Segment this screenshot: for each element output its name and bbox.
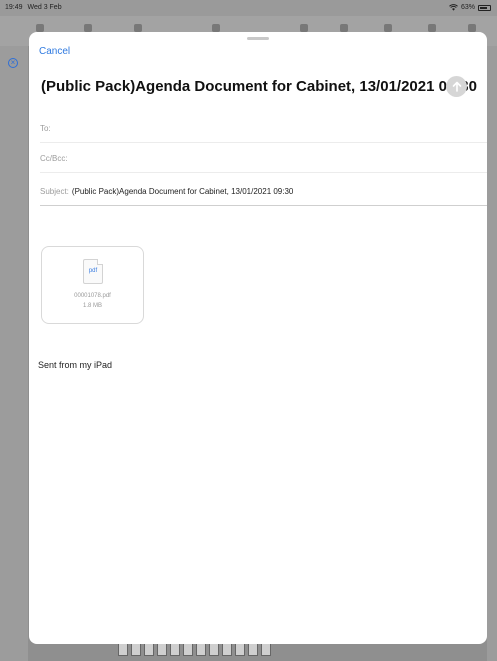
background-tool-icon: [36, 24, 44, 32]
background-tool-icon: [134, 24, 142, 32]
background-thumbnail: [196, 642, 206, 656]
attachment-size: 1.8 MB: [82, 303, 102, 309]
background-tool-icon: [212, 24, 220, 32]
background-tool-icon: [84, 24, 92, 32]
background-tool-icon: [384, 24, 392, 32]
background-thumbnail: [261, 642, 271, 656]
background-sidebar: [0, 46, 28, 661]
cc-bcc-label: Cc/Bcc:: [40, 153, 68, 163]
background-thumbnail: [183, 642, 193, 656]
background-tool-icon: [428, 24, 436, 32]
send-button[interactable]: [446, 76, 467, 97]
background-thumbnail: [235, 642, 245, 656]
sheet-grabber[interactable]: [247, 37, 269, 40]
background-thumbnail: [144, 642, 154, 656]
subject-field[interactable]: Subject: (Public Pack)Agenda Document fo…: [40, 177, 487, 206]
pdf-attachment[interactable]: pdf 00001078.pdf 1.8 MB: [41, 246, 144, 324]
background-thumbnail: [248, 642, 258, 656]
background-thumbnail: [222, 642, 232, 656]
to-field[interactable]: To:: [40, 114, 487, 143]
status-time: 19:49 Wed 3 Feb: [5, 4, 62, 11]
message-body[interactable]: Sent from my iPad: [38, 360, 112, 370]
wifi-icon: [449, 4, 458, 11]
cc-bcc-field[interactable]: Cc/Bcc:: [40, 144, 487, 173]
background-thumbnail: [170, 642, 180, 656]
compose-title: (Public Pack)Agenda Document for Cabinet…: [41, 78, 477, 95]
subject-value: (Public Pack)Agenda Document for Cabinet…: [71, 186, 294, 196]
background-close-icon: ×: [8, 58, 18, 68]
cancel-button[interactable]: Cancel: [39, 46, 70, 57]
background-thumbnail: [157, 642, 167, 656]
mail-compose-sheet: Cancel (Public Pack)Agenda Document for …: [29, 32, 487, 644]
pdf-type-label: pdf: [88, 268, 98, 274]
status-bar: 19:49 Wed 3 Feb 63%: [0, 0, 497, 16]
attachment-filename: 00001078.pdf: [74, 293, 111, 299]
subject-label: Subject:: [40, 186, 69, 196]
arrow-up-icon: [452, 81, 461, 92]
status-time-value: 19:49: [5, 4, 23, 11]
background-thumbnail: [118, 642, 128, 656]
status-date-value: Wed 3 Feb: [27, 4, 62, 11]
pdf-file-icon: pdf: [83, 259, 103, 284]
background-tool-icon: [300, 24, 308, 32]
background-thumbnail: [131, 642, 141, 656]
to-label: To:: [40, 123, 51, 133]
status-right: 63%: [449, 4, 491, 11]
battery-icon: [478, 4, 491, 11]
background-tool-icon: [340, 24, 348, 32]
background-tool-icon: [468, 24, 476, 32]
battery-percent: 63%: [460, 4, 475, 11]
background-right-edge: [487, 46, 497, 661]
background-thumbnail: [209, 642, 219, 656]
